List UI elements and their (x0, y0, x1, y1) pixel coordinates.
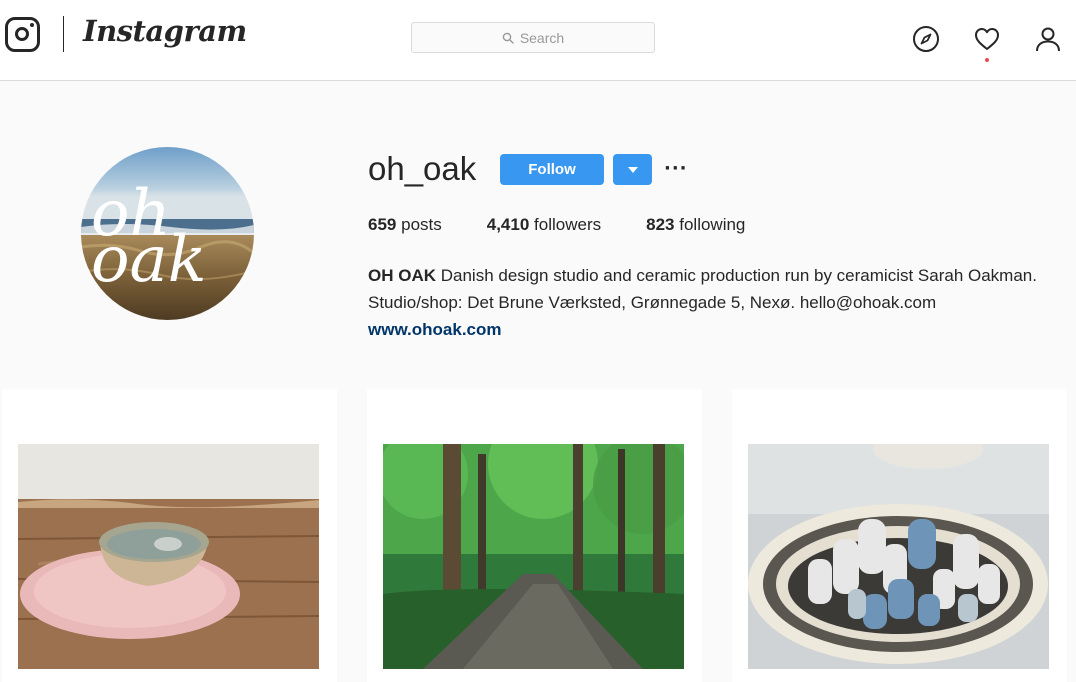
instagram-wordmark[interactable]: Instagram (83, 14, 247, 48)
website-link[interactable]: www.ohoak.com (368, 316, 1058, 343)
heart-icon[interactable] (973, 25, 1001, 53)
posts-label: posts (401, 215, 442, 234)
avatar-text-oak: oak (91, 223, 206, 297)
search-input[interactable]: Search (411, 22, 655, 53)
following-count: 823 (646, 215, 675, 234)
followers-stat[interactable]: 4,410 followers (487, 215, 601, 235)
caret-down-icon (627, 166, 638, 173)
posts-stat: 659 posts (368, 215, 442, 235)
avatar[interactable]: oh oak (81, 147, 254, 320)
instagram-camera-icon[interactable] (5, 17, 40, 52)
post-tile[interactable] (732, 389, 1067, 682)
logo-divider (63, 16, 64, 52)
post-image-ceramic-bowl[interactable] (18, 444, 319, 669)
search-icon (502, 32, 514, 44)
suggestions-dropdown-button[interactable] (613, 154, 652, 185)
search-placeholder: Search (519, 29, 565, 46)
post-tile[interactable] (367, 389, 702, 682)
notification-dot (985, 58, 989, 62)
user-icon[interactable] (1034, 25, 1062, 53)
bio-text: Danish design studio and ceramic product… (368, 266, 1037, 312)
post-image-kiln-vases[interactable] (748, 444, 1049, 669)
following-stat[interactable]: 823 following (646, 215, 745, 235)
profile-bio: OH OAK Danish design studio and ceramic … (368, 262, 1058, 343)
compass-icon[interactable] (912, 25, 940, 53)
post-tile[interactable] (2, 389, 337, 682)
post-image-forest-path[interactable] (383, 444, 684, 669)
followers-count: 4,410 (486, 215, 530, 234)
profile-stats: 659 posts 4,410 followers 823 following (368, 215, 790, 235)
bio-full-name: OH OAK (368, 266, 436, 285)
more-options-button[interactable]: ··· (664, 158, 688, 179)
posts-count: 659 (368, 215, 397, 234)
follow-button[interactable]: Follow (500, 154, 604, 185)
profile-username: oh_oak (368, 150, 477, 187)
top-navigation-bar: Instagram Search (0, 0, 1076, 81)
followers-label: followers (534, 215, 602, 234)
following-label: following (679, 215, 746, 234)
